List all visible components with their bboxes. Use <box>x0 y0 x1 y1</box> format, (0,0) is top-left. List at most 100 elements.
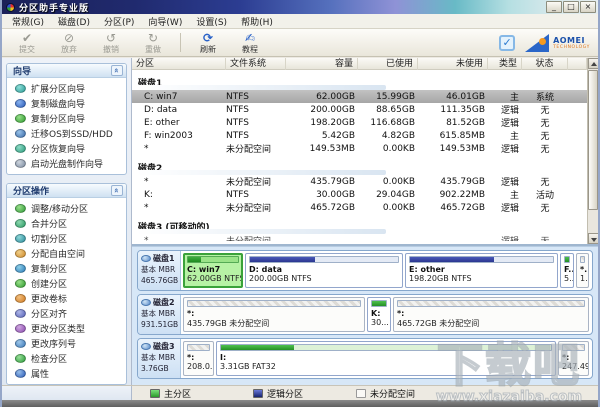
header-used[interactable]: 已使用 <box>358 58 418 70</box>
sidebar: 向导 « 扩展分区向导 复制磁盘向导 复制分区向导 迁移OS到SSD/HDD 分… <box>2 58 132 385</box>
copy-partition-icon <box>15 114 26 123</box>
operations-panel-header[interactable]: 分区操作 « <box>7 184 126 198</box>
partition-block-k[interactable]: K: 30... <box>367 297 391 332</box>
refresh-button[interactable]: ⟳ 刷新 <box>187 30 229 55</box>
sidebar-item-change-label[interactable]: 更改卷标 <box>9 291 124 306</box>
sidebar-item-allocate-free[interactable]: 分配自由空间 <box>9 246 124 261</box>
menu-wizard[interactable]: 向导(W) <box>142 14 188 29</box>
header-status[interactable]: 状态 <box>522 58 568 70</box>
usage-bar <box>580 256 585 263</box>
sidebar-item-copy-partition[interactable]: 复制分区 <box>9 261 124 276</box>
logo-brand: AOMEI <box>553 36 590 45</box>
toolbar-separator <box>180 33 181 52</box>
change-type-icon <box>15 324 26 333</box>
scroll-down-icon[interactable] <box>588 233 598 244</box>
scroll-up-icon[interactable] <box>588 58 598 69</box>
usage-bar <box>564 256 570 263</box>
header-filesystem[interactable]: 文件系统 <box>226 58 286 70</box>
redo-button[interactable]: ↻ 重做 <box>132 30 174 55</box>
partition-block-i[interactable]: I: 3.31GB FAT32 <box>216 341 556 376</box>
sidebar-item-split[interactable]: 切割分区 <box>9 231 124 246</box>
tutorial-button[interactable]: ✍ 教程 <box>229 30 271 55</box>
table-row-disk2-unallocated-2[interactable]: *未分配空间465.72GB0.00KB465.72GB逻辑无 <box>132 201 587 214</box>
checkbox-icon[interactable]: ✓ <box>499 35 515 51</box>
table-row-e-other[interactable]: E: otherNTFS198.20GB116.68GB81.52GB逻辑无 <box>132 116 587 129</box>
menu-settings[interactable]: 设置(S) <box>190 14 233 29</box>
minimize-button[interactable]: _ <box>546 1 562 13</box>
partition-block-c[interactable]: C: win7 62.00GB NTFS <box>183 253 243 288</box>
sidebar-item-change-serial[interactable]: 更改序列号 <box>9 336 124 351</box>
menu-disk[interactable]: 磁盘(D) <box>52 14 96 29</box>
partition-align-icon <box>15 309 26 318</box>
app-icon <box>6 3 15 12</box>
header-capacity[interactable]: 容量 <box>286 58 358 70</box>
menu-partition[interactable]: 分区(P) <box>98 14 140 29</box>
discard-button[interactable]: ⊘ 放弃 <box>48 30 90 55</box>
usage-bar <box>562 344 585 351</box>
sidebar-item-resize-move[interactable]: 调整/移动分区 <box>9 201 124 216</box>
scrollbar-thumb[interactable] <box>588 70 598 210</box>
menu-general[interactable]: 常规(G) <box>6 14 50 29</box>
operations-panel-title: 分区操作 <box>13 184 49 197</box>
partition-table: 分区 文件系统 容量 已使用 未使用 类型 状态 磁盘1 C: win7NTFS… <box>132 58 598 246</box>
undo-icon: ↺ <box>106 32 116 45</box>
table-row-disk1-unallocated[interactable]: *未分配空间149.53MB0.00KB149.53MB逻辑无 <box>132 142 587 155</box>
sidebar-item-boot-disc-wizard[interactable]: 启动光盘制作向导 <box>9 156 124 171</box>
sidebar-item-recovery-wizard[interactable]: 分区恢复向导 <box>9 141 124 156</box>
sidebar-item-check[interactable]: 检查分区 <box>9 351 124 366</box>
partition-block-disk2-unallocated-2[interactable]: *: 465.72GB 未分配空间 <box>393 297 589 332</box>
sidebar-item-copy-disk-wizard[interactable]: 复制磁盘向导 <box>9 96 124 111</box>
partition-block-disk3-unallocated-1[interactable]: *: 208.0... <box>183 341 214 376</box>
sidebar-item-properties[interactable]: 属性 <box>9 366 124 381</box>
sidebar-item-merge[interactable]: 合并分区 <box>9 216 124 231</box>
header-type[interactable]: 类型 <box>488 58 522 70</box>
partition-block-disk1-unallocated[interactable]: *. 1.. <box>576 253 589 288</box>
sidebar-item-align[interactable]: 分区对齐 <box>9 306 124 321</box>
disk3-group-header: 磁盘3 (可移动的) <box>132 214 587 234</box>
header-unused[interactable]: 未使用 <box>418 58 488 70</box>
submit-button[interactable]: ✔ 提交 <box>6 30 48 55</box>
partition-block-d[interactable]: D: data 200.00GB NTFS <box>245 253 403 288</box>
partition-block-disk2-unallocated-1[interactable]: *: 435.79GB 未分配空间 <box>183 297 365 332</box>
refresh-icon: ⟳ <box>203 32 213 45</box>
disk3-label[interactable]: 磁盘3 基本 MBR 3.76GB <box>138 339 181 378</box>
sidebar-item-change-type[interactable]: 更改分区类型 <box>9 321 124 336</box>
table-row-f-win2003[interactable]: F: win2003NTFS5.42GB4.82GB615.85MB主无 <box>132 129 587 142</box>
sidebar-item-create-partition[interactable]: 创建分区 <box>9 276 124 291</box>
disk1-label[interactable]: 磁盘1 基本 MBR 465.76GB <box>138 251 181 290</box>
change-label-icon <box>15 294 26 303</box>
usage-bar <box>187 344 210 351</box>
menu-help[interactable]: 帮助(H) <box>235 14 279 29</box>
close-button[interactable]: × <box>580 1 596 13</box>
table-row-c-win7[interactable]: C: win7NTFS62.00GB15.99GB46.01GB主系统 <box>132 90 587 103</box>
properties-icon <box>15 369 26 378</box>
check-partition-icon <box>15 354 26 363</box>
menu-bar: 常规(G) 磁盘(D) 分区(P) 向导(W) 设置(S) 帮助(H) <box>2 14 598 29</box>
sidebar-item-copy-partition-wizard[interactable]: 复制分区向导 <box>9 111 124 126</box>
sidebar-item-extend-wizard[interactable]: 扩展分区向导 <box>9 81 124 96</box>
disk3-row: 磁盘3 基本 MBR 3.76GB *: 208.0... I: <box>137 338 593 379</box>
boot-disc-icon <box>15 159 26 168</box>
collapse-icon[interactable]: « <box>111 65 123 76</box>
maximize-button[interactable]: □ <box>563 1 579 13</box>
partition-block-e[interactable]: E: other 198.20GB NTFS <box>405 253 558 288</box>
window-title: 分区助手专业版 <box>19 1 545 14</box>
table-row-disk2-unallocated-1[interactable]: *未分配空间435.79GB0.00KB435.79GB逻辑无 <box>132 175 587 188</box>
table-row-k[interactable]: K:NTFS30.00GB29.04GB902.22MB主活动 <box>132 188 587 201</box>
table-row-disk3-partial[interactable]: *未分配空间逻辑无 <box>132 234 587 241</box>
partition-block-disk3-unallocated-2[interactable]: *: 247.49... <box>558 341 589 376</box>
usage-bar <box>220 344 552 351</box>
table-row-d-data[interactable]: D: dataNTFS200.00GB88.65GB111.35GB逻辑无 <box>132 103 587 116</box>
wizards-panel-header[interactable]: 向导 « <box>7 64 126 78</box>
legend-logical: 逻辑分区 <box>253 387 338 400</box>
redo-icon: ↻ <box>148 32 158 45</box>
undo-button[interactable]: ↺ 撤销 <box>90 30 132 55</box>
table-scrollbar[interactable] <box>587 58 598 244</box>
sidebar-item-migrate-os[interactable]: 迁移OS到SSD/HDD <box>9 126 124 141</box>
header-partition[interactable]: 分区 <box>132 58 226 70</box>
sidebar-footer <box>2 386 132 400</box>
migrate-os-icon <box>15 129 26 138</box>
disk2-label[interactable]: 磁盘2 基本 MBR 931.51GB <box>138 295 181 334</box>
collapse-icon[interactable]: « <box>111 185 123 196</box>
partition-block-f[interactable]: F.. 5.. <box>560 253 574 288</box>
